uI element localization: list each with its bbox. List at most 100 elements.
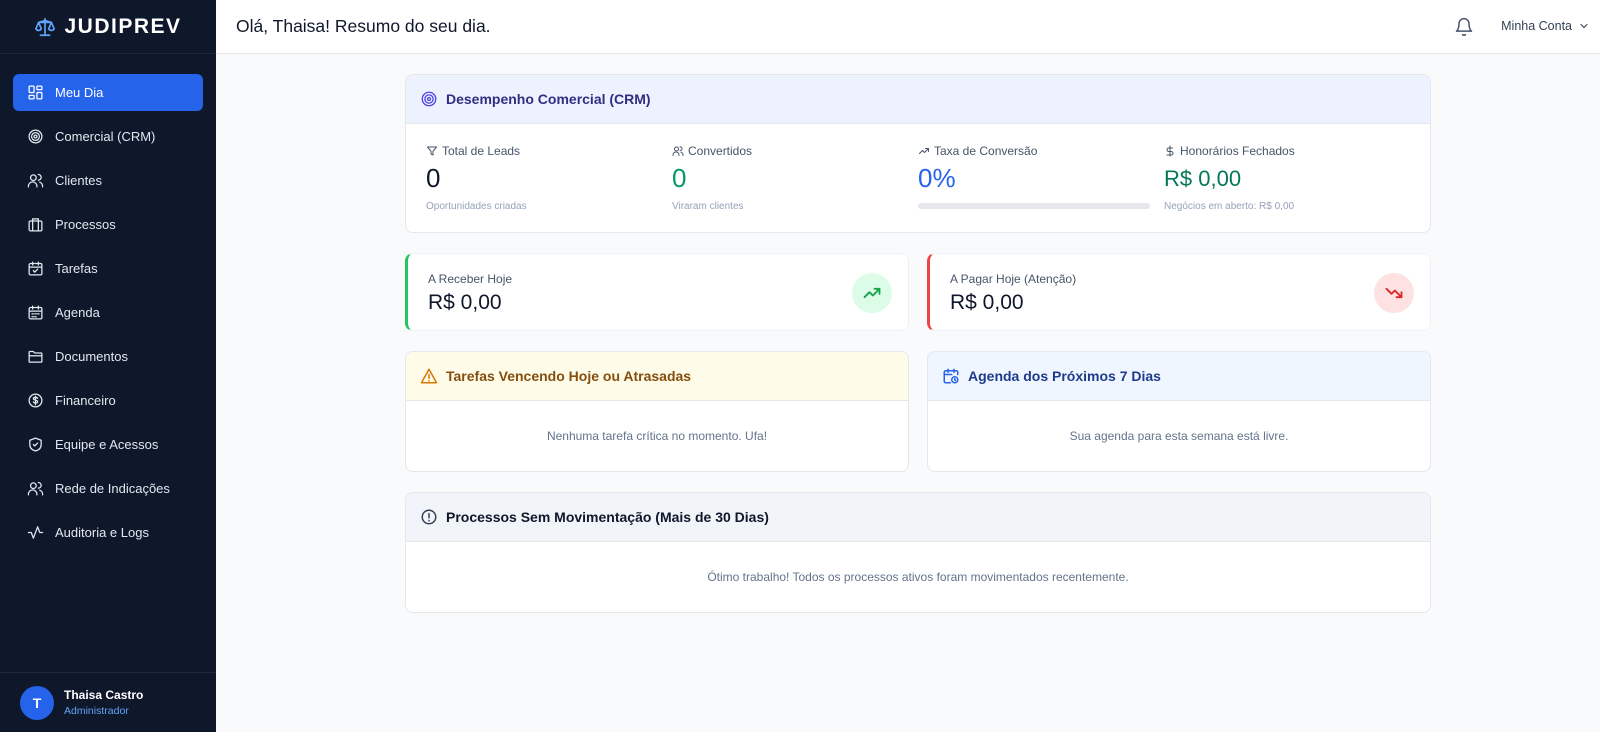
tasks-card-header: Tarefas Vencendo Hoje ou Atrasadas xyxy=(406,352,908,401)
chevron-down-icon xyxy=(1580,23,1588,29)
sidebar-item-comercial[interactable]: Comercial (CRM) xyxy=(13,118,203,155)
tasks-card: Tarefas Vencendo Hoje ou Atrasadas Nenhu… xyxy=(405,351,909,472)
grid-icon xyxy=(28,85,43,100)
kpi-label: Honorários Fechados xyxy=(1180,144,1295,158)
user-name: Thaisa Castro xyxy=(64,688,144,702)
activity-icon xyxy=(27,526,44,539)
sidebar-item-clientes[interactable]: Clientes xyxy=(13,162,203,199)
stale-processes-card: Processos Sem Movimentação (Mais de 30 D… xyxy=(405,492,1431,613)
trending-up-badge xyxy=(852,273,892,313)
sidebar-item-tarefas[interactable]: Tarefas xyxy=(13,250,203,287)
target-icon xyxy=(421,91,437,107)
sidebar-item-label: Rede de Indicações xyxy=(55,481,170,496)
brand-name: JUDIPREV xyxy=(64,14,182,38)
avatar: T xyxy=(20,685,54,720)
kpi-value: R$ 0,00 xyxy=(1164,166,1242,191)
receive-today-card: A Receber Hoje R$ 0,00 xyxy=(405,253,909,331)
pay-label: A Pagar Hoje (Atenção) xyxy=(950,272,1077,286)
users-icon xyxy=(27,481,44,496)
sidebar-item-processos[interactable]: Processos xyxy=(13,206,203,243)
crm-card-header: Desempenho Comercial (CRM) xyxy=(406,75,1430,124)
sidebar-item-label: Documentos xyxy=(55,349,128,364)
users-icon xyxy=(27,173,44,188)
calendar-check-icon xyxy=(28,261,43,276)
stale-processes-title: Processos Sem Movimentação (Mais de 30 D… xyxy=(446,509,769,525)
dollar-icon xyxy=(1166,145,1174,157)
sidebar-item-financeiro[interactable]: Financeiro xyxy=(13,382,203,419)
sidebar-item-label: Equipe e Acessos xyxy=(55,437,159,452)
sidebar-item-label: Comercial (CRM) xyxy=(55,129,156,144)
trending-up-icon xyxy=(919,148,929,154)
kpi-label: Taxa de Conversão xyxy=(934,144,1038,158)
kpi-subtext: Oportunidades criadas xyxy=(426,201,527,212)
sidebar-item-agenda[interactable]: Agenda xyxy=(13,294,203,331)
sidebar-item-equipe[interactable]: Equipe e Acessos xyxy=(13,426,203,463)
top-header: Olá, Thaisa! Resumo do seu dia. Minha Co… xyxy=(216,0,1600,54)
receive-value: R$ 0,00 xyxy=(428,291,502,314)
calendar-icon xyxy=(28,305,43,320)
scale-icon xyxy=(35,17,56,36)
sidebar-item-label: Agenda xyxy=(55,305,100,320)
sidebar-item-label: Meu Dia xyxy=(55,85,104,100)
dollar-circle-icon xyxy=(28,393,43,408)
kpi-value: 0 xyxy=(426,163,441,193)
trending-up-icon xyxy=(863,287,881,299)
stale-processes-header: Processos Sem Movimentação (Mais de 30 D… xyxy=(406,493,1430,542)
kpi-value: 0 xyxy=(672,163,687,193)
kpi-honorarios: Honorários Fechados R$ 0,00 Negócios em … xyxy=(1164,144,1410,232)
shield-icon xyxy=(29,437,42,452)
account-menu[interactable]: Minha Conta xyxy=(1501,19,1590,33)
sidebar-item-label: Processos xyxy=(55,217,116,232)
agenda-card-title: Agenda dos Próximos 7 Dias xyxy=(968,368,1161,384)
agenda-empty-state: Sua agenda para esta semana está livre. xyxy=(1069,429,1289,443)
alert-circle-icon xyxy=(421,509,437,525)
sidebar-item-label: Financeiro xyxy=(55,393,116,408)
kpi-label: Total de Leads xyxy=(442,144,521,158)
kpi-subtext: Viraram clientes xyxy=(672,201,744,212)
kpi-value: 0% xyxy=(918,163,956,193)
tasks-empty-state: Nenhuma tarefa crítica no momento. Ufa! xyxy=(546,429,768,443)
folder-icon xyxy=(28,350,43,363)
crm-card-title: Desempenho Comercial (CRM) xyxy=(446,91,651,107)
target-icon xyxy=(28,129,43,144)
main-content: Desempenho Comercial (CRM) Total de Lead… xyxy=(405,74,1431,613)
finance-row: A Receber Hoje R$ 0,00 A Pagar Hoje (Ate… xyxy=(405,253,1431,331)
stale-processes-empty-state: Ótimo trabalho! Todos os processos ativo… xyxy=(707,570,1129,584)
filter-icon xyxy=(427,146,437,156)
agenda-card: Agenda dos Próximos 7 Dias Sua agenda pa… xyxy=(927,351,1431,472)
conversion-progress-bar xyxy=(918,203,1150,209)
sidebar: JUDIPREV Meu Dia Comercial (CRM) Cliente… xyxy=(0,0,216,732)
sidebar-item-label: Auditoria e Logs xyxy=(55,525,149,540)
briefcase-icon xyxy=(28,218,43,232)
tasks-card-title: Tarefas Vencendo Hoje ou Atrasadas xyxy=(446,368,692,384)
kpi-convertidos: Convertidos 0 Viraram clientes xyxy=(672,144,918,232)
sidebar-item-label: Tarefas xyxy=(55,261,98,276)
crm-card: Desempenho Comercial (CRM) Total de Lead… xyxy=(405,74,1431,233)
kpi-subtext: Negócios em aberto: R$ 0,00 xyxy=(1164,201,1295,212)
pay-value: R$ 0,00 xyxy=(950,291,1024,314)
tasks-agenda-row: Tarefas Vencendo Hoje ou Atrasadas Nenhu… xyxy=(405,351,1431,472)
kpi-label: Convertidos xyxy=(688,144,753,158)
sidebar-item-rede[interactable]: Rede de Indicações xyxy=(13,470,203,507)
account-label: Minha Conta xyxy=(1501,19,1572,33)
bell-icon[interactable] xyxy=(1454,17,1474,37)
page-title: Olá, Thaisa! Resumo do seu dia. xyxy=(236,16,491,36)
user-profile[interactable]: T Thaisa Castro Administrador xyxy=(0,672,216,732)
kpi-total-leads: Total de Leads 0 Oportunidades criadas xyxy=(426,144,672,232)
user-role: Administrador xyxy=(64,705,129,717)
users-icon xyxy=(672,146,684,156)
sidebar-item-auditoria[interactable]: Auditoria e Logs xyxy=(13,514,203,551)
pay-today-card: A Pagar Hoje (Atenção) R$ 0,00 xyxy=(927,253,1431,331)
sidebar-item-meu-dia[interactable]: Meu Dia xyxy=(13,74,203,111)
trending-down-badge xyxy=(1374,273,1414,313)
brand[interactable]: JUDIPREV xyxy=(0,0,216,54)
calendar-clock-icon xyxy=(943,368,959,384)
sidebar-item-documentos[interactable]: Documentos xyxy=(13,338,203,375)
crm-kpis: Total de Leads 0 Oportunidades criadas C… xyxy=(406,124,1430,232)
trending-down-icon xyxy=(1385,287,1403,299)
agenda-card-header: Agenda dos Próximos 7 Dias xyxy=(928,352,1430,401)
kpi-taxa-conversao: Taxa de Conversão 0% xyxy=(918,144,1164,232)
sidebar-nav: Meu Dia Comercial (CRM) Clientes Process… xyxy=(0,54,216,551)
sidebar-item-label: Clientes xyxy=(55,173,102,188)
warning-icon xyxy=(420,368,438,384)
